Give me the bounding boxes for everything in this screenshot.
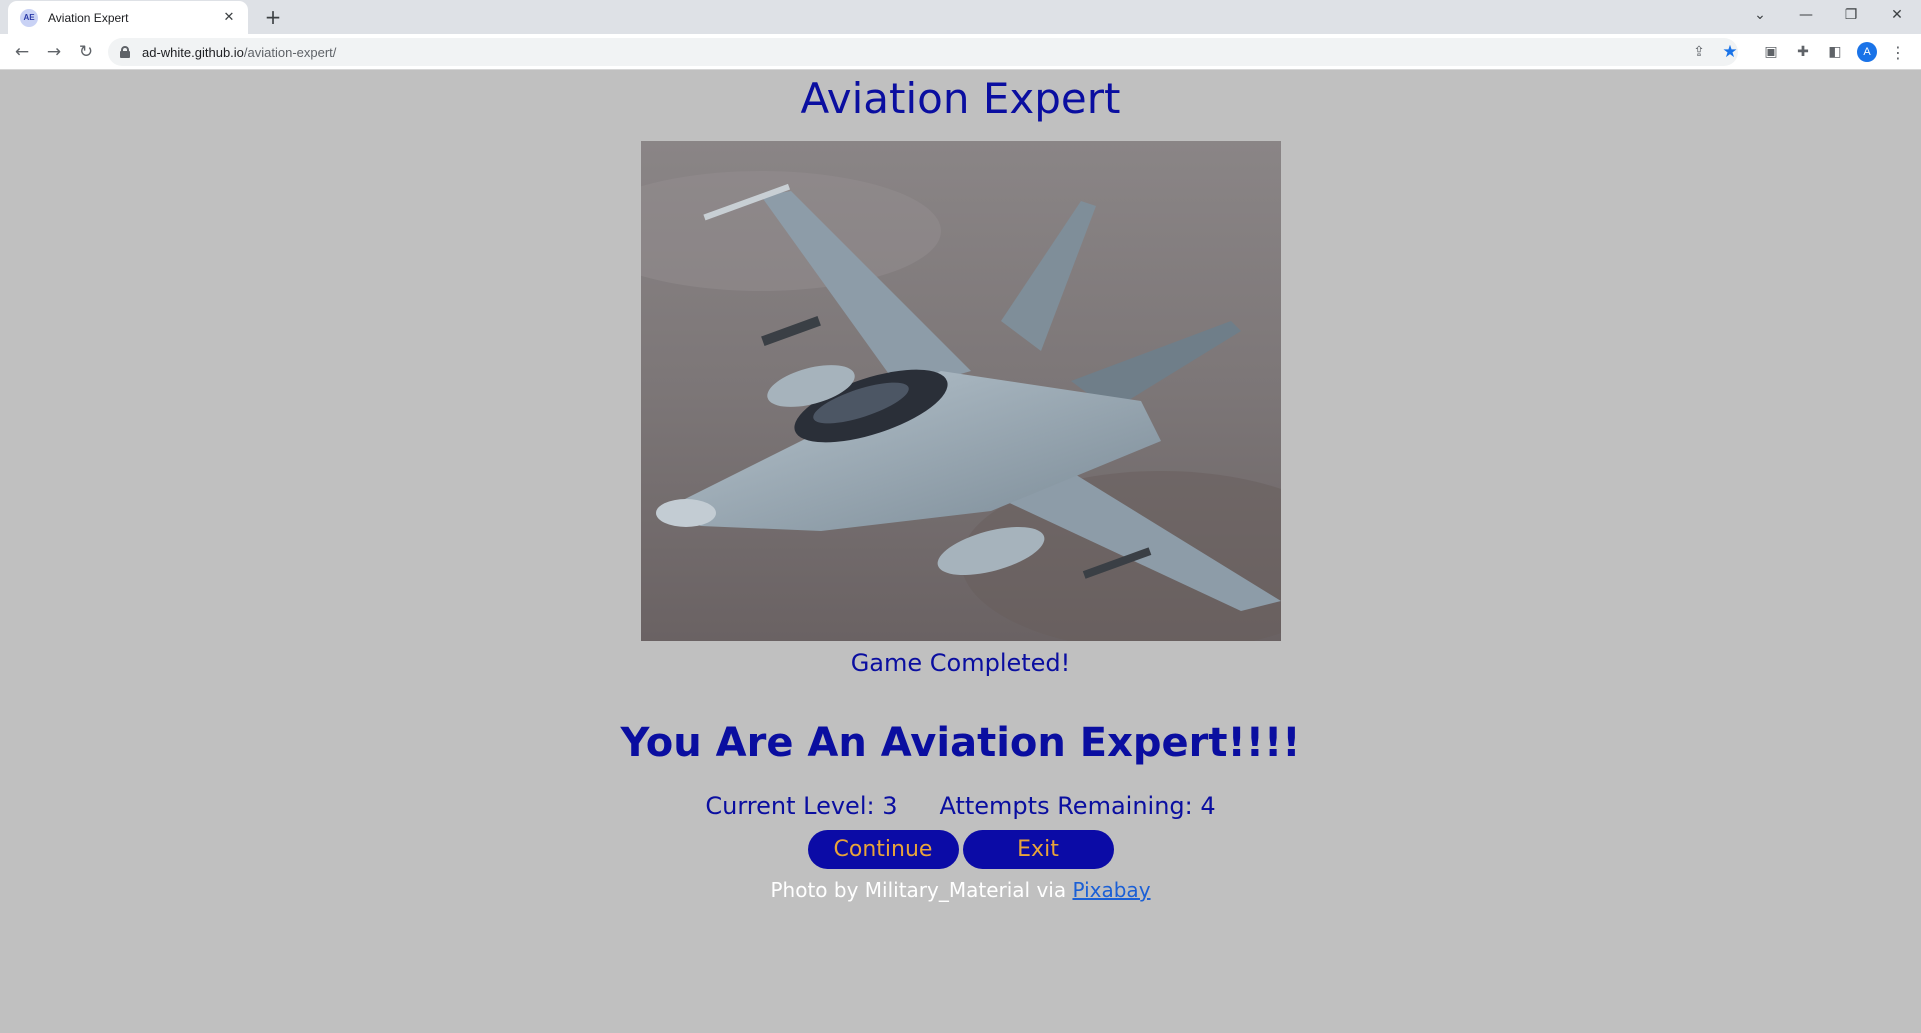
close-tab-icon[interactable]: ✕ <box>220 9 238 27</box>
action-buttons: Continue Exit <box>0 830 1921 869</box>
game-status-text: Game Completed! <box>850 649 1071 677</box>
url-path: /aviation-expert/ <box>243 44 337 60</box>
url-text[interactable]: ad-white.github.io/aviation-expert/ <box>142 45 336 60</box>
bookmark-star-icon[interactable]: ★ <box>1721 42 1739 62</box>
address-bar[interactable]: ad-white.github.io/aviation-expert/ <box>108 38 1738 66</box>
extensions-puzzle-icon[interactable]: ✚ <box>1794 43 1812 61</box>
share-icon[interactable]: ⇪ <box>1690 43 1708 61</box>
current-level-text: Current Level: 3 <box>705 792 898 820</box>
fighter-jet-illustration <box>641 141 1281 641</box>
extension-page-icon[interactable]: ▣ <box>1762 43 1780 61</box>
minimize-button[interactable]: — <box>1784 0 1828 30</box>
back-arrow-icon[interactable]: ← <box>9 39 35 65</box>
restore-button[interactable]: ❐ <box>1829 0 1873 30</box>
tab-strip: AE Aviation Expert ✕ + ⌄ — ❐ ✕ <box>0 0 1921 34</box>
url-host: ad-white.github.io <box>142 44 244 60</box>
kebab-menu-icon[interactable]: ⋮ <box>1889 43 1907 62</box>
new-tab-button[interactable]: + <box>260 5 286 29</box>
pixabay-link[interactable]: Pixabay <box>1072 878 1150 902</box>
forward-arrow-icon[interactable]: → <box>41 39 67 65</box>
browser-tab[interactable]: AE Aviation Expert ✕ <box>8 1 248 34</box>
result-headline: You Are An Aviation Expert!!!! <box>620 720 1301 766</box>
page-title: Aviation Expert <box>800 74 1121 123</box>
exit-button[interactable]: Exit <box>962 830 1114 869</box>
side-panel-icon[interactable]: ◧ <box>1826 43 1844 61</box>
photo-credit: Photo by Military_Material via Pixabay <box>0 878 1921 902</box>
game-stats: Current Level: 3 Attempts Remaining: 4 <box>0 792 1921 820</box>
continue-button[interactable]: Continue <box>807 830 959 869</box>
window-close-button[interactable]: ✕ <box>1875 0 1919 30</box>
tab-search-chevron-down-icon[interactable]: ⌄ <box>1738 0 1782 30</box>
attempts-remaining-text: Attempts Remaining: 4 <box>939 792 1216 820</box>
tab-title: Aviation Expert <box>48 10 129 25</box>
photo-credit-text: Photo by Military_Material via <box>770 878 1073 902</box>
lock-icon <box>120 46 130 58</box>
site-favicon-icon: AE <box>20 8 38 27</box>
browser-toolbar: ← → ↻ ad-white.github.io/aviation-expert… <box>0 34 1921 70</box>
page-content: Aviation Expert Game Completed! You Are … <box>0 71 1921 1033</box>
profile-avatar[interactable]: A <box>1857 42 1877 62</box>
aircraft-photo <box>641 141 1281 641</box>
reload-icon[interactable]: ↻ <box>73 39 99 65</box>
